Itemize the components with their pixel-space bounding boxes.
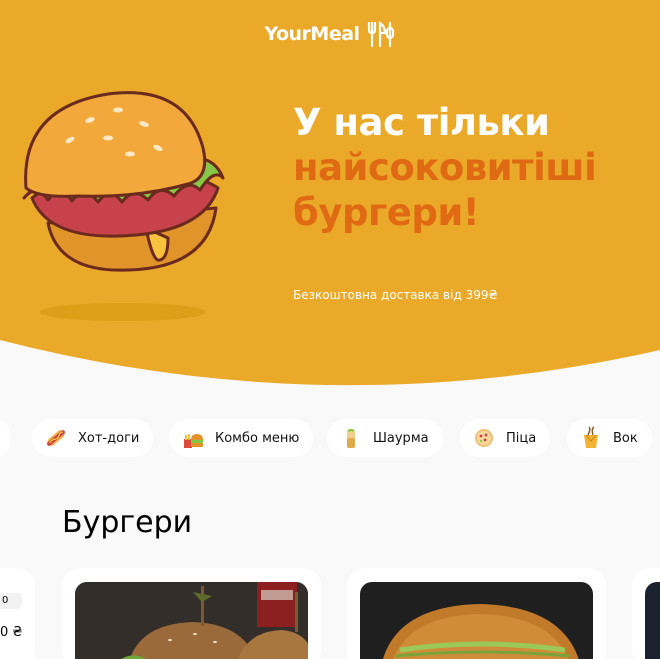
category-pizza[interactable]: Піца bbox=[460, 419, 551, 457]
logo[interactable]: YourMeal bbox=[0, 20, 660, 48]
category-label: Хот-доги bbox=[78, 430, 140, 446]
product-card[interactable] bbox=[347, 568, 606, 659]
delivery-note: Безкоштовна доставка від 399₴ bbox=[293, 288, 498, 302]
wok-icon bbox=[584, 426, 598, 448]
product-price: 0 ₴ bbox=[0, 625, 23, 640]
pizza-icon bbox=[475, 429, 493, 447]
burger-photo bbox=[360, 582, 593, 659]
product-image bbox=[75, 582, 308, 659]
category-hotdogs[interactable]: Хот-доги bbox=[32, 419, 154, 457]
logo-text: YourMeal bbox=[264, 23, 360, 45]
category-label: Комбо меню bbox=[215, 430, 300, 446]
burger-illustration bbox=[22, 91, 225, 272]
category-label: Вок bbox=[613, 430, 638, 446]
category-label: Шаурма bbox=[373, 430, 429, 446]
category-shawarma[interactable]: Шаурма bbox=[327, 419, 443, 457]
category-nav: Хот-доги Комбо меню Шаурма Піца Вок bbox=[0, 419, 660, 459]
product-card-partial[interactable] bbox=[0, 568, 35, 659]
burger-photo bbox=[75, 582, 308, 659]
product-tag: 0 bbox=[0, 593, 22, 609]
product-card[interactable] bbox=[62, 568, 321, 659]
shawarma-icon bbox=[347, 429, 355, 448]
hotdog-icon bbox=[47, 430, 65, 446]
category-combo[interactable]: Комбо меню bbox=[169, 419, 314, 457]
section-title: Бургери bbox=[62, 505, 193, 540]
burger-shadow bbox=[40, 303, 206, 321]
hero-title-line3: бургери! bbox=[293, 191, 480, 234]
product-image bbox=[645, 582, 660, 659]
hero-banner: YourMeal У нас тільки найсоковитіші бург… bbox=[0, 0, 660, 390]
category-wok[interactable]: Вок bbox=[567, 419, 652, 457]
hero-title-line1: У нас тільки bbox=[293, 101, 550, 144]
cutlery-icon bbox=[367, 21, 394, 48]
category-label: Піца bbox=[506, 430, 537, 446]
product-card-partial[interactable] bbox=[632, 568, 660, 659]
hero-title-line2: найсоковитіші bbox=[293, 146, 597, 189]
product-image bbox=[360, 582, 593, 659]
hero-title: У нас тільки найсоковитіші бургери! bbox=[293, 100, 597, 235]
combo-icon bbox=[184, 434, 203, 448]
category-pill-partial[interactable] bbox=[0, 419, 10, 457]
